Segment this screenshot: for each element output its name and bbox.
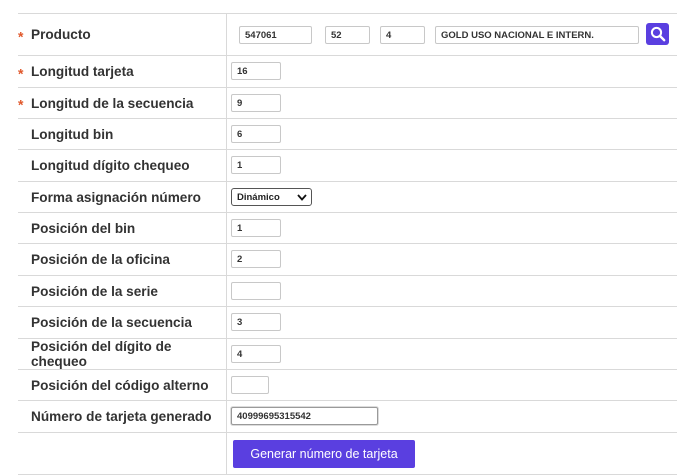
row-producto: * Producto xyxy=(18,13,677,55)
longitud-secuencia-input[interactable] xyxy=(231,94,281,112)
posicion-alterno-input[interactable] xyxy=(231,376,269,394)
row-longitud-tarjeta: * Longitud tarjeta xyxy=(18,55,677,87)
posicion-bin-input[interactable] xyxy=(231,219,281,237)
longitud-tarjeta-input[interactable] xyxy=(231,62,281,80)
label-posicion-bin: Posición del bin xyxy=(18,213,227,243)
label-longitud-secuencia: * Longitud de la secuencia xyxy=(18,88,227,118)
required-mark: * xyxy=(18,96,24,113)
label-empty xyxy=(18,433,227,474)
label-posicion-alterno: Posición del código alterno xyxy=(18,370,227,400)
row-actions: Generar número de tarjeta xyxy=(18,432,677,475)
chevron-down-icon xyxy=(297,193,307,201)
label-longitud-tarjeta: * Longitud tarjeta xyxy=(18,56,227,87)
label-forma-asignacion: Forma asignación número xyxy=(18,182,227,212)
product-code-1-input[interactable] xyxy=(239,26,312,44)
product-code-3-input[interactable] xyxy=(380,26,425,44)
numero-generado-input[interactable] xyxy=(231,407,378,425)
longitud-digito-input[interactable] xyxy=(231,156,281,174)
search-icon xyxy=(650,26,665,42)
product-description-input[interactable] xyxy=(435,26,639,44)
row-posicion-oficina: Posición de la oficina xyxy=(18,243,677,275)
required-mark: * xyxy=(18,28,24,45)
label-posicion-secuencia: Posición de la secuencia xyxy=(18,307,227,338)
longitud-bin-input[interactable] xyxy=(231,125,281,143)
posicion-digito-input[interactable] xyxy=(231,345,281,363)
row-numero-generado: Número de tarjeta generado xyxy=(18,400,677,432)
posicion-secuencia-input[interactable] xyxy=(231,313,281,331)
label-producto: * Producto xyxy=(18,14,227,55)
generate-number-button[interactable]: Generar número de tarjeta xyxy=(233,440,415,468)
label-longitud-bin: Longitud bin xyxy=(18,119,227,149)
search-button[interactable] xyxy=(646,23,669,45)
label-text: Producto xyxy=(31,27,91,42)
row-posicion-alterno: Posición del código alterno xyxy=(18,369,677,400)
row-longitud-digito: Longitud dígito chequeo xyxy=(18,149,677,181)
label-longitud-digito: Longitud dígito chequeo xyxy=(18,150,227,181)
row-posicion-secuencia: Posición de la secuencia xyxy=(18,306,677,338)
forma-asignacion-select[interactable]: Dinámico xyxy=(231,188,312,206)
posicion-serie-input[interactable] xyxy=(231,282,281,300)
required-mark: * xyxy=(18,65,24,82)
row-forma-asignacion: Forma asignación número Dinámico xyxy=(18,181,677,212)
card-number-form: * Producto * Longitud tarjeta xyxy=(18,13,677,475)
label-posicion-digito: Posición del dígito de chequeo xyxy=(18,339,227,369)
row-posicion-bin: Posición del bin xyxy=(18,212,677,243)
row-longitud-secuencia: * Longitud de la secuencia xyxy=(18,87,677,118)
label-posicion-oficina: Posición de la oficina xyxy=(18,244,227,275)
label-posicion-serie: Posición de la serie xyxy=(18,276,227,306)
product-code-2-input[interactable] xyxy=(325,26,370,44)
posicion-oficina-input[interactable] xyxy=(231,250,281,268)
row-longitud-bin: Longitud bin xyxy=(18,118,677,149)
label-numero-generado: Número de tarjeta generado xyxy=(18,401,227,432)
row-posicion-digito: Posición del dígito de chequeo xyxy=(18,338,677,369)
row-posicion-serie: Posición de la serie xyxy=(18,275,677,306)
